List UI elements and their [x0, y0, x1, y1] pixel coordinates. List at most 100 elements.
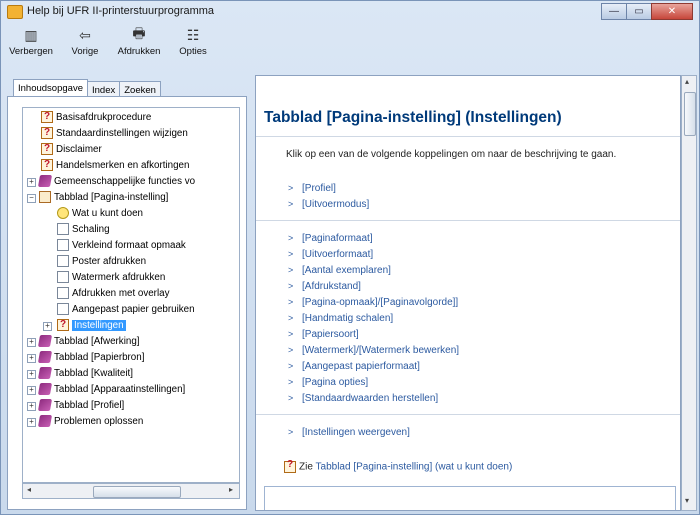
link-orientation[interactable]: > [Afdrukstand] [288, 278, 361, 294]
link-output-mode[interactable]: > [Uitvoermodus] [288, 196, 369, 212]
page-icon [57, 271, 69, 284]
book-icon [37, 335, 53, 348]
scroll-up-icon[interactable]: ▴ [685, 77, 689, 86]
link-page-size[interactable]: > [Paginaformaat] [288, 230, 373, 246]
help-page-icon [57, 317, 69, 333]
link-page-options[interactable]: > [Pagina opties] [288, 374, 368, 390]
tree-item[interactable]: Disclaimer [41, 141, 102, 158]
print-button[interactable]: 🖶 Afdrukken [115, 25, 163, 67]
collapse-toggle[interactable]: − [27, 194, 36, 203]
book-icon [37, 351, 53, 364]
page-icon [57, 223, 69, 236]
open-book-icon [39, 191, 51, 204]
title-bar: Help bij UFR II-printerstuurprogramma — … [1, 1, 699, 23]
tree-item[interactable]: Verkleind formaat opmaak [57, 238, 186, 254]
expand-toggle[interactable]: + [27, 338, 36, 347]
see-also-link[interactable]: Tabblad [Pagina-instelling] (wat u kunt … [316, 462, 513, 473]
printer-icon: 🖶 [132, 25, 146, 41]
link-custom-paper-size[interactable]: > [Aangepast papierformaat] [288, 358, 420, 374]
vertical-scrollbar[interactable]: ▴ ▾ [681, 75, 697, 511]
help-page-icon [41, 157, 53, 173]
chevron-right-icon: > [288, 199, 294, 209]
navigation-pane: Inhoudsopgave Index Zoeken Basisafdrukpr… [7, 75, 247, 511]
tree-item-selected[interactable]: Instellingen [57, 317, 126, 334]
book-icon [37, 383, 53, 396]
tree-item[interactable]: Aangepast papier gebruiken [57, 302, 195, 318]
page-icon [57, 239, 69, 252]
maximize-button[interactable]: ▭ [626, 3, 652, 20]
content-pane: Tabblad [Pagina-instelling] (Instellinge… [255, 75, 681, 511]
chevron-right-icon: > [288, 361, 294, 371]
minimize-button[interactable]: — [601, 3, 627, 20]
help-page-icon [284, 459, 296, 473]
back-arrow-icon: ⇦ [79, 26, 91, 43]
chevron-right-icon: > [288, 345, 294, 355]
scroll-thumb[interactable] [93, 486, 181, 498]
link-output-size[interactable]: > [Uitvoerformaat] [288, 246, 373, 262]
scroll-left-icon[interactable]: ◂ [27, 485, 31, 494]
chevron-right-icon: > [288, 377, 294, 387]
maximize-icon: ▭ [634, 6, 644, 17]
chevron-right-icon: > [288, 427, 294, 437]
page-title: Tabblad [Pagina-instelling] (Instellinge… [264, 109, 562, 126]
expand-toggle[interactable]: + [27, 402, 36, 411]
tree-item[interactable]: Tabblad [Afwerking] [37, 334, 140, 350]
tree-item[interactable]: Gemeenschappelijke functies vo [37, 174, 195, 190]
expand-toggle[interactable]: + [27, 354, 36, 363]
book-icon [37, 175, 53, 188]
tree-item[interactable]: Tabblad [Apparaatinstellingen] [37, 382, 185, 398]
tree-item[interactable]: Tabblad [Kwaliteit] [37, 366, 133, 382]
scroll-thumb[interactable] [684, 92, 696, 136]
expand-toggle[interactable]: + [27, 370, 36, 379]
help-app-icon [7, 5, 23, 19]
tree-item[interactable]: Schaling [57, 222, 110, 238]
options-button[interactable]: ☷ Opties [169, 25, 217, 67]
tree-item[interactable]: Tabblad [Papierbron] [37, 350, 144, 366]
tree-item[interactable]: Wat u kunt doen [57, 206, 143, 222]
options-icon: ☷ [186, 26, 200, 43]
expand-toggle[interactable]: + [27, 178, 36, 187]
link-view-settings[interactable]: > [Instellingen weergeven] [288, 424, 410, 440]
book-icon [37, 399, 53, 412]
see-also-tip: Zie Tabblad [Pagina-instelling] (wat u k… [284, 459, 513, 473]
tree-item[interactable]: Tabblad [Pagina-instelling] [39, 190, 168, 206]
chevron-right-icon: > [288, 233, 294, 243]
tree-item[interactable]: Tabblad [Profiel] [37, 398, 124, 414]
horizontal-scrollbar[interactable]: ◂ ▸ [22, 483, 240, 499]
chevron-right-icon: > [288, 265, 294, 275]
divider [256, 220, 680, 221]
link-watermark[interactable]: > [Watermerk]/[Watermerk bewerken] [288, 342, 459, 358]
help-bulb-icon [57, 207, 69, 220]
link-manual-scaling[interactable]: > [Handmatig schalen] [288, 310, 393, 326]
scroll-right-icon[interactable]: ▸ [229, 485, 233, 494]
help-window: Help bij UFR II-printerstuurprogramma — … [0, 0, 700, 515]
tree-item[interactable]: Poster afdrukken [57, 254, 146, 270]
back-button[interactable]: ⇦ Vorige [61, 25, 109, 67]
tree-item[interactable]: Problemen oplossen [37, 414, 143, 430]
scroll-down-icon[interactable]: ▾ [685, 496, 689, 505]
tree-item[interactable]: Basisafdrukprocedure [41, 109, 151, 126]
divider [256, 414, 680, 415]
chevron-right-icon: > [288, 281, 294, 291]
link-paper-type[interactable]: > [Papiersoort] [288, 326, 359, 342]
link-profile[interactable]: > [Profiel] [288, 180, 336, 196]
book-icon [37, 415, 53, 428]
link-page-layout[interactable]: > [Pagina-opmaak]/[Paginavolgorde]] [288, 294, 458, 310]
contents-panel: Basisafdrukprocedure Standaardinstelling… [7, 96, 247, 510]
expand-toggle[interactable]: + [43, 322, 52, 331]
link-copies[interactable]: > [Aantal exemplaren] [288, 262, 391, 278]
tree-item[interactable]: Standaardinstellingen wijzigen [41, 125, 188, 142]
close-button[interactable]: ✕ [651, 3, 693, 20]
expand-toggle[interactable]: + [27, 386, 36, 395]
link-restore-defaults[interactable]: > [Standaardwaarden herstellen] [288, 390, 438, 406]
help-page-icon [41, 141, 53, 157]
expand-toggle[interactable]: + [27, 418, 36, 427]
tree-item[interactable]: Watermerk afdrukken [57, 270, 165, 286]
tree-item[interactable]: Handelsmerken en afkortingen [41, 157, 189, 174]
tree-item[interactable]: Afdrukken met overlay [57, 286, 169, 302]
hide-button[interactable]: ▥ Verbergen [7, 25, 55, 67]
help-page-icon [41, 125, 53, 141]
chevron-right-icon: > [288, 393, 294, 403]
minimize-icon: — [609, 6, 619, 17]
page-icon [57, 287, 69, 300]
